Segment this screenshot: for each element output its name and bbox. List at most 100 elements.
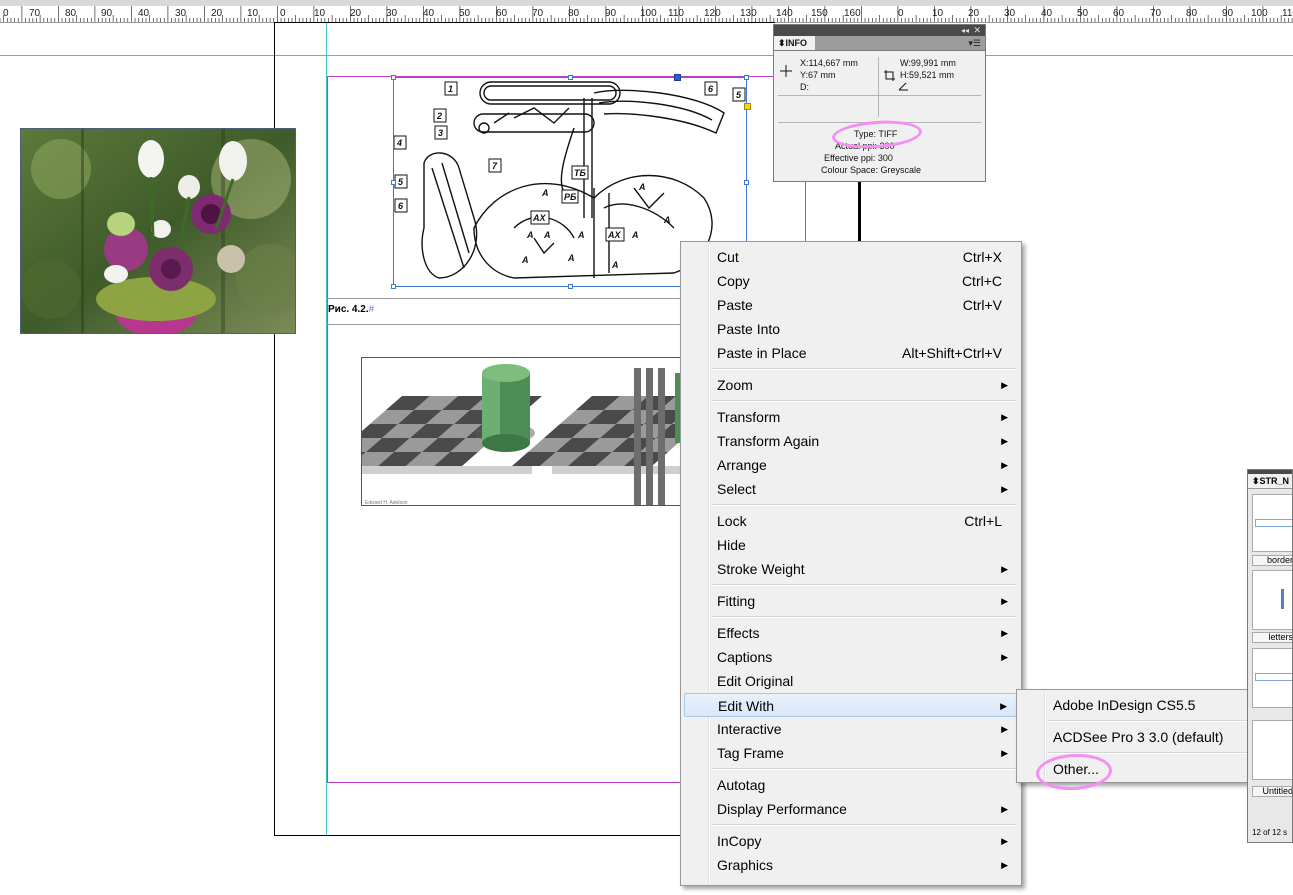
menu-item-paste-into[interactable]: Paste Into [684,317,1018,341]
collapse-panel-icon[interactable]: ◂◂ [961,25,969,36]
submenu-arrow-icon: ▶ [1001,804,1008,814]
menu-item-hide[interactable]: Hide [684,533,1018,557]
submenu-item-acdsee[interactable]: ACDSee Pro 3 3.0 (default) [1020,725,1283,749]
menu-item-lock[interactable]: Lock Ctrl+L [684,509,1018,533]
menu-item-label: Display Performance [717,801,847,817]
style-thumbnail-border[interactable] [1252,494,1292,552]
ruler-label: 160 [844,8,861,19]
horizontal-ruler[interactable]: 0 70 80 90 40 30 20 10 0 10 20 30 40 50 60 70 80 90 100 110… [0,0,1293,23]
resize-handle-middle-left[interactable] [391,180,396,185]
ruler-label: 10 [247,8,259,19]
menu-separator [711,400,1017,402]
guide-horizontal-upper[interactable] [275,22,775,23]
checker-shadow-illusion-image[interactable]: Edward H. Adelson [361,357,691,506]
info-colour-space-value: Colour Space: Greyscale [821,165,922,175]
menu-item-effects[interactable]: Effects ▶ [684,621,1018,645]
menu-item-paste-in-place[interactable]: Paste in Place Alt+Shift+Ctrl+V [684,341,1018,365]
menu-item-fitting[interactable]: Fitting ▶ [684,589,1018,613]
submenu-arrow-icon: ▶ [1001,460,1008,470]
ruler-label: 70 [29,8,41,19]
panel-menu-icon[interactable]: ▾☰ [968,36,981,50]
content-grabber-handle[interactable] [674,74,681,81]
info-effective-ppi-value: Effective ppi: 300 [824,153,893,163]
info-tab-label: INFO [785,38,808,48]
menu-separator [711,824,1017,826]
checker-board-edge [552,466,690,474]
resize-handle-top-middle[interactable] [568,75,573,80]
menu-item-captions[interactable]: Captions ▶ [684,645,1018,669]
menu-separator [711,768,1017,770]
resize-handle-top-left[interactable] [391,75,396,80]
submenu-arrow-icon: ▶ [1001,652,1008,662]
menu-item-incopy[interactable]: InCopy ▶ [684,829,1018,853]
drawing-label: РБ [564,192,577,202]
ruler-label: 30 [175,8,187,19]
menu-item-stroke-weight[interactable]: Stroke Weight ▶ [684,557,1018,581]
flower-bouquet-image[interactable] [20,128,296,334]
menu-item-shortcut: Ctrl+L [964,513,1002,529]
menu-item-display-performance[interactable]: Display Performance ▶ [684,797,1018,821]
menu-item-select[interactable]: Select ▶ [684,477,1018,501]
submenu-arrow-icon: ▶ [1001,836,1008,846]
menu-separator [711,504,1017,506]
menu-item-label: Graphics [717,857,774,873]
margin-left [327,76,328,783]
ruler-label: 20 [350,8,362,19]
ruler-label: 70 [1150,8,1162,19]
menu-item-label: Lock [717,513,747,529]
menu-item-arrange[interactable]: Arrange ▶ [684,453,1018,477]
menu-item-transform-again[interactable]: Transform Again ▶ [684,429,1018,453]
resize-handle-bottom-middle[interactable] [568,284,573,289]
context-menu[interactable]: Cut Ctrl+X Copy Ctrl+C Paste Ctrl+V Paste Into… [680,241,1022,886]
resize-handle-middle-right[interactable] [744,180,749,185]
menu-item-label: InCopy [717,833,762,849]
menu-item-paste[interactable]: Paste Ctrl+V [684,293,1018,317]
drawing-label: 4 [396,138,402,148]
drawing-label: А [638,182,646,192]
drawing-label: АХ [532,213,546,223]
info-tab[interactable]: ⬍INFO [774,36,816,50]
submenu-arrow-icon: ▶ [1001,436,1008,446]
ruler-label: 40 [423,8,435,19]
menu-item-label: Transform Again [717,433,820,449]
menu-item-autotag[interactable]: Autotag [684,773,1018,797]
info-panel-titlebar[interactable]: ◂◂ ✕ [774,25,985,36]
menu-item-copy[interactable]: Copy Ctrl+C [684,269,1018,293]
structure-panel-tab[interactable]: ⬍STR_N [1248,474,1292,489]
style-thumbnail-4[interactable] [1252,720,1292,780]
menu-item-tag-frame[interactable]: Tag Frame ▶ [684,741,1018,765]
guide-horizontal-top[interactable] [0,55,1293,56]
drawing-label: А [567,253,575,263]
margin-right [805,182,806,242]
ruler-label: 80 [568,8,580,19]
info-d-value: D: [800,82,809,92]
submenu-arrow-icon: ▶ [1001,412,1008,422]
figure-caption[interactable]: Рис. 4.2.# [328,304,374,315]
info-panel[interactable]: ◂◂ ✕ ⬍INFO ▾☰ X:114,667 mm Y:67 mm D: W:… [773,24,986,182]
style-thumbnail-letters[interactable] [1252,570,1292,630]
menu-item-cut[interactable]: Cut Ctrl+X [684,245,1018,269]
resize-handle-bottom-left[interactable] [391,284,396,289]
submenu-arrow-icon: ▶ [1001,724,1008,734]
ruler-label: 0 [3,8,9,19]
corner-options-handle[interactable] [744,103,751,110]
menu-item-edit-original[interactable]: Edit Original [684,669,1018,693]
structure-panel[interactable]: ⬍STR_N border letters Untitled 12 of 12 … [1247,469,1293,843]
menu-item-graphics[interactable]: Graphics ▶ [684,853,1018,877]
info-divider-horizontal-1 [778,95,981,96]
ruler-label: 140 [776,8,793,19]
svg-text:Edward H. Adelson: Edward H. Adelson [365,500,408,506]
menu-item-zoom[interactable]: Zoom ▶ [684,373,1018,397]
submenu-item-adobe-indesign[interactable]: Adobe InDesign CS5.5 [1020,693,1283,717]
ruler-label: 50 [459,8,471,19]
info-panel-tabbar: ⬍INFO ▾☰ [774,36,985,51]
menu-item-transform[interactable]: Transform ▶ [684,405,1018,429]
menu-item-edit-with[interactable]: Edit With ▶ [684,693,1018,717]
menu-item-shortcut: Ctrl+X [962,249,1002,265]
resize-handle-top-right[interactable] [744,75,749,80]
close-panel-icon[interactable]: ✕ [973,25,981,36]
menu-item-interactive[interactable]: Interactive ▶ [684,717,1018,741]
page-edge-right [858,182,861,242]
style-thumbnail-3[interactable] [1252,648,1292,708]
menu-item-label: Copy [717,273,750,289]
